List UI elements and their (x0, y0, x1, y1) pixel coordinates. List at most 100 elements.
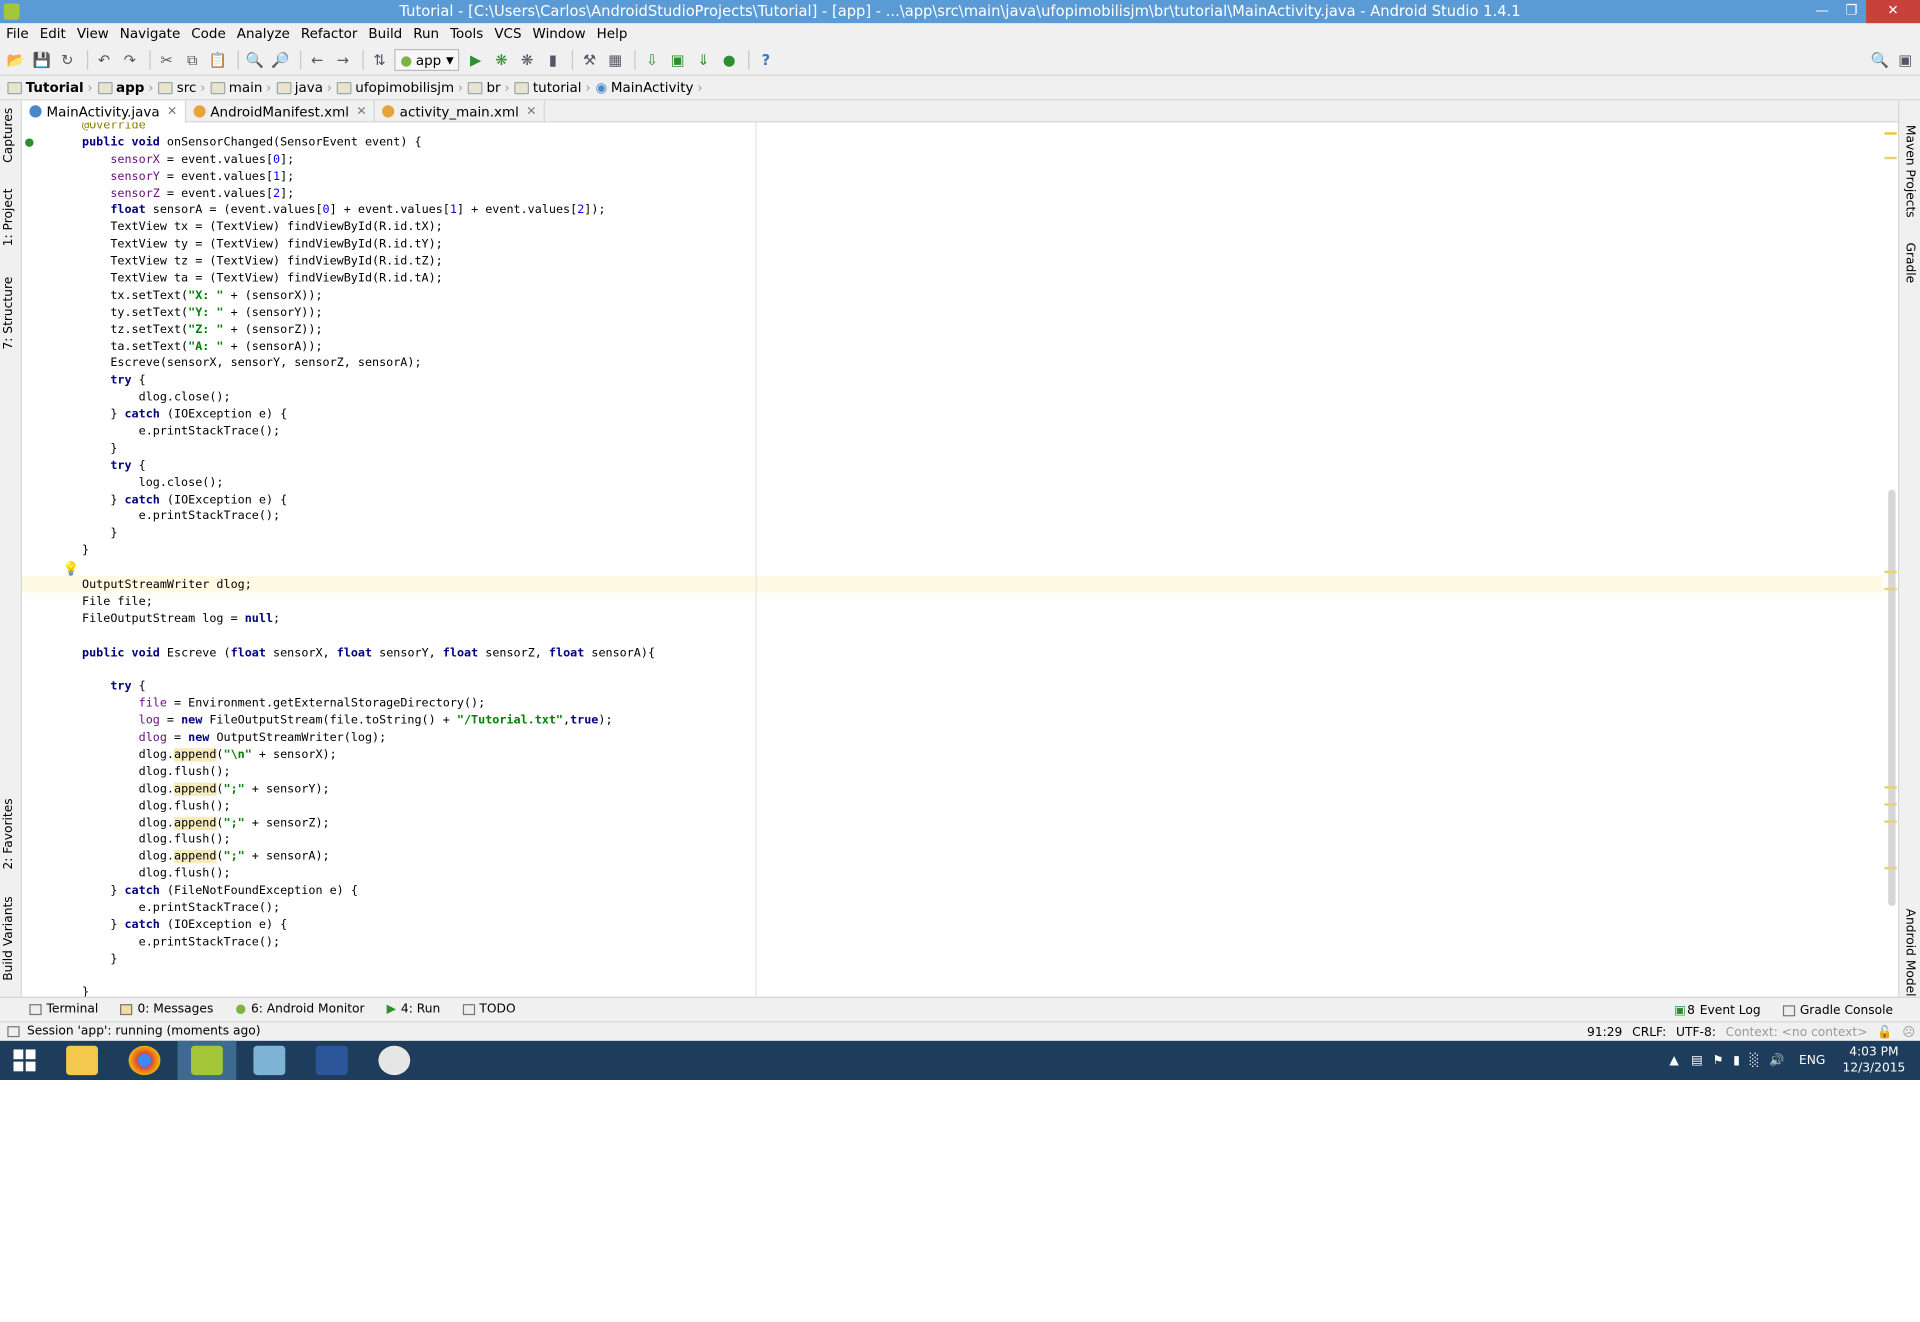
code-line[interactable]: e.printStackTrace(); (82, 424, 655, 441)
panel-build-variants[interactable]: Build Variants (2, 896, 15, 980)
undo-icon[interactable]: ↶ (93, 49, 115, 71)
menu-tools[interactable]: Tools (445, 23, 488, 45)
code-line[interactable]: dlog.append("\n" + sensorX); (82, 747, 655, 764)
taskbar-paint[interactable] (365, 1041, 424, 1080)
stop-icon[interactable]: ▮ (542, 49, 564, 71)
code-line[interactable]: } (82, 441, 655, 458)
code-line[interactable]: sensorY = event.values[1]; (82, 169, 655, 186)
language-indicator[interactable]: ENG (1799, 1054, 1825, 1067)
restore-button[interactable]: ❐ (1837, 0, 1866, 23)
taskbar-clock[interactable]: 4:03 PM 12/3/2015 (1843, 1044, 1906, 1076)
terminal-button[interactable]: Terminal (29, 1003, 98, 1016)
forward-icon[interactable]: → (332, 49, 354, 71)
tab-androidmanifest[interactable]: AndroidManifest.xml ✕ (186, 100, 376, 123)
panel-captures[interactable]: Captures (2, 108, 15, 163)
code-line[interactable]: } catch (IOException e) { (82, 492, 655, 509)
debug-icon[interactable]: ❋ (490, 49, 512, 71)
code-line[interactable]: TextView tz = (TextView) findViewById(R.… (82, 254, 655, 271)
gradle-console-button[interactable]: Gradle Console (1782, 1003, 1893, 1017)
code-line[interactable]: ​ (82, 628, 655, 645)
make-project-icon[interactable]: ⇅ (369, 49, 391, 71)
find-icon[interactable]: 🔍 (244, 49, 266, 71)
breadcrumb-item[interactable]: tutorial › (514, 80, 591, 96)
code-line[interactable]: } (82, 951, 655, 968)
taskbar-word[interactable] (302, 1041, 361, 1080)
cut-icon[interactable]: ✂ (156, 49, 178, 71)
show-hidden-icons[interactable]: ▲ (1669, 1054, 1678, 1067)
code-line[interactable]: file = Environment.getExternalStorageDir… (82, 696, 655, 713)
avd-manager-icon[interactable]: ▣ (667, 49, 689, 71)
code-line[interactable]: sensorX = event.values[0]; (82, 152, 655, 169)
code-line[interactable]: } (82, 526, 655, 543)
code-editor[interactable]: ● 💡 @Override public void onSensorChanged… (22, 122, 1898, 997)
scrollbar-thumb[interactable] (1888, 489, 1896, 907)
close-icon[interactable]: ✕ (526, 105, 536, 118)
menu-help[interactable]: Help (592, 23, 633, 45)
code-line[interactable]: dlog.append(";" + sensorA); (82, 849, 655, 866)
code-line[interactable]: Escreve(sensorX, sensorY, sensorZ, senso… (82, 356, 655, 373)
breadcrumb-item[interactable]: java › (276, 80, 332, 96)
code-line[interactable]: log = new FileOutputStream(file.toString… (82, 713, 655, 730)
menu-analyze[interactable]: Analyze (232, 23, 295, 45)
code-line[interactable]: e.printStackTrace(); (82, 900, 655, 917)
line-separator[interactable]: CRLF: (1632, 1026, 1666, 1039)
panel-favorites[interactable]: 2: Favorites (2, 798, 15, 869)
code-line[interactable]: ty.setText("Y: " + (sensorY)); (82, 305, 655, 322)
help-icon[interactable]: ? (755, 49, 777, 71)
code-line[interactable]: dlog.flush(); (82, 798, 655, 815)
panel-project[interactable]: 1: Project (2, 189, 15, 247)
hector-icon[interactable]: ☹ (1902, 1026, 1915, 1039)
breadcrumb-item[interactable]: main › (210, 80, 271, 96)
panel-android-model[interactable]: Android Model (1903, 909, 1916, 997)
code-line[interactable]: try { (82, 679, 655, 696)
breadcrumb-item[interactable]: ◉ MainActivity › (595, 80, 702, 96)
attach-debugger-icon[interactable]: ❋ (516, 49, 538, 71)
sync-icon[interactable]: ↻ (56, 49, 78, 71)
project-structure-icon[interactable]: ⚒ (579, 49, 601, 71)
code-line[interactable]: dlog.flush(); (82, 866, 655, 883)
code-line[interactable]: e.printStackTrace(); (82, 934, 655, 951)
volume-icon[interactable]: 🔊 (1769, 1054, 1784, 1067)
sync-gradle-icon[interactable]: ⇩ (641, 49, 663, 71)
code-line[interactable]: ​ (82, 560, 655, 577)
breadcrumb-item[interactable]: src › (158, 80, 205, 96)
save-all-icon[interactable]: 💾 (31, 49, 53, 71)
code-line[interactable]: public void onSensorChanged(SensorEvent … (82, 135, 655, 152)
code-line[interactable]: } catch (IOException e) { (82, 917, 655, 934)
code-line[interactable]: } (82, 543, 655, 560)
code-line[interactable]: log.close(); (82, 475, 655, 492)
panel-gradle[interactable]: Gradle (1903, 242, 1916, 283)
code-line[interactable]: e.printStackTrace(); (82, 509, 655, 526)
android-device-monitor-icon[interactable]: ● (718, 49, 740, 71)
code-line[interactable]: } catch (IOException e) { (82, 407, 655, 424)
close-icon[interactable]: ✕ (356, 105, 366, 118)
action-center-icon[interactable]: ▤ (1691, 1054, 1703, 1067)
taskbar-notepad[interactable] (240, 1041, 299, 1080)
messages-button[interactable]: 0: Messages (120, 1003, 213, 1016)
tab-mainactivity[interactable]: MainActivity.java ✕ (22, 100, 186, 123)
status-toggle-icon[interactable] (7, 1026, 20, 1038)
caret-position[interactable]: 91:29 (1587, 1026, 1622, 1039)
paste-icon[interactable]: 📋 (207, 49, 229, 71)
code-line[interactable]: dlog = new OutputStreamWriter(log); (82, 730, 655, 747)
taskbar-file-explorer[interactable] (53, 1041, 112, 1080)
code-line[interactable]: public void Escreve (float sensorX, floa… (82, 645, 655, 662)
close-button[interactable]: ✕ (1866, 0, 1920, 24)
code-text[interactable]: @Override public void onSensorChanged(Sen… (82, 122, 655, 996)
breadcrumb-item[interactable]: Tutorial › (7, 80, 93, 96)
copy-icon[interactable]: ⧉ (181, 49, 203, 71)
menu-vcs[interactable]: VCS (489, 23, 526, 45)
search-everywhere-icon[interactable]: 🔍 (1869, 49, 1891, 71)
start-button[interactable] (0, 1041, 49, 1080)
menu-refactor[interactable]: Refactor (296, 23, 362, 45)
code-line[interactable]: } (82, 985, 655, 997)
panel-structure[interactable]: 7: Structure (2, 277, 15, 350)
file-encoding[interactable]: UTF-8: (1676, 1026, 1716, 1039)
close-icon[interactable]: ✕ (167, 105, 177, 118)
code-line[interactable]: sensorZ = event.values[2]; (82, 186, 655, 203)
code-line[interactable]: TextView ta = (TextView) findViewById(R.… (82, 271, 655, 288)
intention-bulb-icon[interactable]: 💡 (62, 561, 79, 577)
battery-icon[interactable]: ▮ (1733, 1054, 1740, 1067)
code-line[interactable]: ​ (82, 968, 655, 985)
menu-run[interactable]: Run (408, 23, 444, 45)
